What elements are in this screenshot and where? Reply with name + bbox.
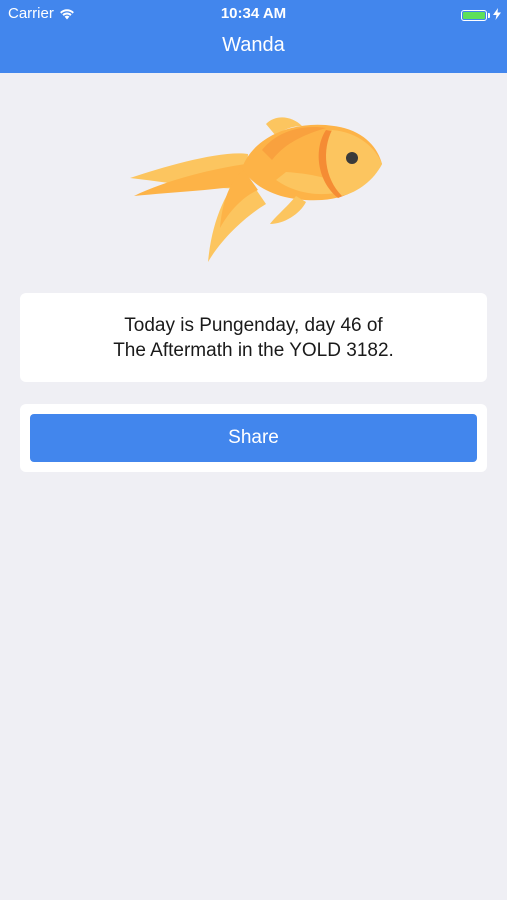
battery-level-fill <box>463 12 485 19</box>
date-line-1: Today is Pungenday, day 46 of <box>124 314 383 336</box>
discordian-date-text: Today is Pungenday, day 46 of The Afterm… <box>113 313 394 363</box>
date-info-card: Today is Pungenday, day 46 of The Afterm… <box>20 293 487 382</box>
battery-cap <box>488 13 490 18</box>
status-bar: Carrier 10:34 AM <box>0 0 507 28</box>
page-title: Wanda <box>222 34 285 56</box>
battery-icon <box>461 10 487 21</box>
share-button[interactable]: Share <box>30 414 477 462</box>
share-card: Share <box>20 404 487 472</box>
date-line-2: The Aftermath in the YOLD 3182. <box>113 339 394 361</box>
charging-bolt-icon <box>493 7 501 24</box>
status-time: 10:34 AM <box>220 5 287 22</box>
battery-indicator <box>461 7 501 24</box>
goldfish-icon <box>126 110 386 270</box>
navigation-header: Carrier 10:34 AM Wanda <box>0 0 507 73</box>
